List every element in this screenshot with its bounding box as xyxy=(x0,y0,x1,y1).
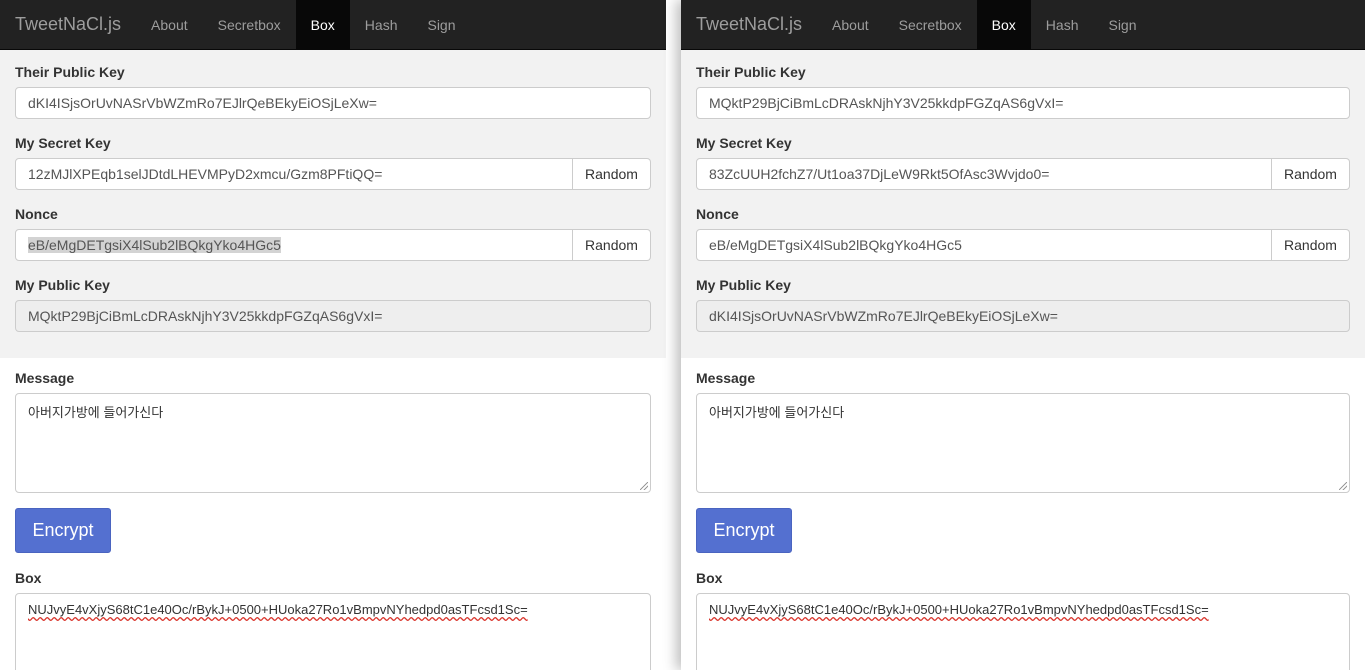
nav-hash[interactable]: Hash xyxy=(350,0,413,49)
my-secret-key-label: My Secret Key xyxy=(15,135,111,151)
my-secret-key-label: My Secret Key xyxy=(696,135,792,151)
random-nonce-button[interactable]: Random xyxy=(573,229,651,261)
their-public-key-input[interactable]: MQktP29BjCiBmLcDRAskNjhY3V25kkdpFGZqAS6g… xyxy=(696,87,1350,119)
random-nonce-button[interactable]: Random xyxy=(1272,229,1350,261)
box-text: NUJvyE4vXjyS68tC1e40Oc/rBykJ+0500+HUoka2… xyxy=(709,602,1209,617)
keys-section: Their Public Key dKI4ISjsOrUvNASrVbWZmRo… xyxy=(0,50,666,358)
nav-hash[interactable]: Hash xyxy=(1031,0,1094,49)
brand-link[interactable]: TweetNaCl.js xyxy=(0,0,136,49)
nonce-label: Nonce xyxy=(15,206,58,222)
keys-section: Their Public Key MQktP29BjCiBmLcDRAskNjh… xyxy=(681,50,1365,358)
resize-handle-icon[interactable] xyxy=(640,482,648,490)
my-public-key-output: dKI4ISjsOrUvNASrVbWZmRo7EJlrQeBEkyEiOSjL… xyxy=(696,300,1350,332)
nav-box[interactable]: Box xyxy=(976,0,1031,49)
message-label: Message xyxy=(696,370,756,386)
brand-link[interactable]: TweetNaCl.js xyxy=(681,0,817,49)
nav-box[interactable]: Box xyxy=(295,0,350,49)
message-text: 아버지가방에 들어가신다 xyxy=(709,405,845,420)
message-textarea[interactable]: 아버지가방에 들어가신다 xyxy=(696,393,1350,493)
nonce-input[interactable]: eB/eMgDETgsiX4lSub2lBQkgYko4HGc5 xyxy=(696,229,1272,261)
random-secret-key-button[interactable]: Random xyxy=(1272,158,1350,190)
nav-about[interactable]: About xyxy=(817,0,884,49)
message-textarea[interactable]: 아버지가방에 들어가신다 xyxy=(15,393,651,493)
left-window: TweetNaCl.js About Secretbox Box Hash Si… xyxy=(0,0,666,670)
box-text: NUJvyE4vXjyS68tC1e40Oc/rBykJ+0500+HUoka2… xyxy=(28,602,528,617)
box-label: Box xyxy=(15,570,42,586)
navbar: TweetNaCl.js About Secretbox Box Hash Si… xyxy=(0,0,666,50)
their-public-key-label: Their Public Key xyxy=(15,64,125,80)
box-label: Box xyxy=(696,570,723,586)
nav-secretbox[interactable]: Secretbox xyxy=(203,0,296,49)
nonce-input[interactable]: eB/eMgDETgsiX4lSub2lBQkgYko4HGc5 xyxy=(15,229,573,261)
nav-sign[interactable]: Sign xyxy=(1093,0,1151,49)
navbar: TweetNaCl.js About Secretbox Box Hash Si… xyxy=(681,0,1365,50)
encrypt-button[interactable]: Encrypt xyxy=(696,508,792,553)
my-public-key-output: MQktP29BjCiBmLcDRAskNjhY3V25kkdpFGZqAS6g… xyxy=(15,300,651,332)
message-label: Message xyxy=(15,370,75,386)
box-textarea[interactable]: NUJvyE4vXjyS68tC1e40Oc/rBykJ+0500+HUoka2… xyxy=(696,593,1350,670)
message-text: 아버지가방에 들어가신다 xyxy=(28,405,164,420)
my-public-key-label: My Public Key xyxy=(15,277,110,293)
my-secret-key-input[interactable]: 83ZcUUH2fchZ7/Ut1oa37DjLeW9Rkt5OfAsc3Wvj… xyxy=(696,158,1272,190)
nav-secretbox[interactable]: Secretbox xyxy=(884,0,977,49)
nav-sign[interactable]: Sign xyxy=(412,0,470,49)
resize-handle-icon[interactable] xyxy=(1339,482,1347,490)
message-section: Message 아버지가방에 들어가신다 Encrypt Box NUJvyE4… xyxy=(681,358,1365,670)
encrypt-button[interactable]: Encrypt xyxy=(15,508,111,553)
nav-about[interactable]: About xyxy=(136,0,203,49)
nonce-selection: eB/eMgDETgsiX4lSub2lBQkgYko4HGc5 xyxy=(28,237,281,253)
their-public-key-label: Their Public Key xyxy=(696,64,806,80)
my-secret-key-input[interactable]: 12zMJlXPEqb1selJDtdLHEVMPyD2xmcu/Gzm8PFt… xyxy=(15,158,573,190)
random-secret-key-button[interactable]: Random xyxy=(573,158,651,190)
right-window: TweetNaCl.js About Secretbox Box Hash Si… xyxy=(681,0,1365,670)
message-section: Message 아버지가방에 들어가신다 Encrypt Box NUJvyE4… xyxy=(0,358,666,670)
box-textarea[interactable]: NUJvyE4vXjyS68tC1e40Oc/rBykJ+0500+HUoka2… xyxy=(15,593,651,670)
nonce-label: Nonce xyxy=(696,206,739,222)
their-public-key-input[interactable]: dKI4ISjsOrUvNASrVbWZmRo7EJlrQeBEkyEiOSjL… xyxy=(15,87,651,119)
my-public-key-label: My Public Key xyxy=(696,277,791,293)
